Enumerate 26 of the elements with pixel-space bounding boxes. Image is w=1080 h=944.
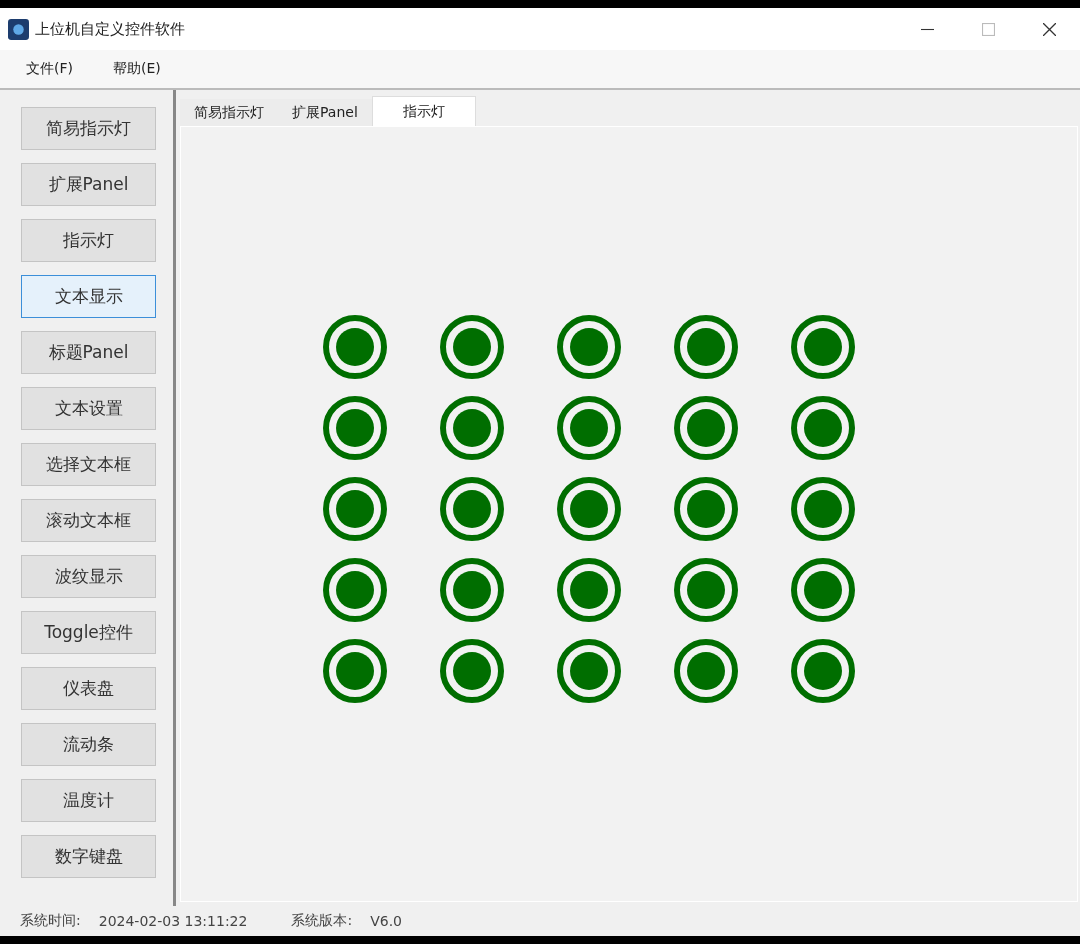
- sidebar-button[interactable]: 流动条: [21, 723, 156, 766]
- menu-item[interactable]: 文件(F): [26, 60, 73, 78]
- tab[interactable]: 扩展Panel: [278, 99, 372, 127]
- sidebar-button[interactable]: 文本设置: [21, 387, 156, 430]
- window-title: 上位机自定义控件软件: [35, 19, 185, 39]
- close-icon[interactable]: [1043, 22, 1056, 36]
- menu-item[interactable]: 帮助(E): [113, 60, 161, 78]
- status-label: 系统版本:: [291, 912, 353, 930]
- sidebar-button[interactable]: 文本显示: [21, 275, 156, 318]
- sidebar-button[interactable]: 数字键盘: [21, 835, 156, 878]
- sidebar-button[interactable]: 扩展Panel: [21, 163, 156, 206]
- sidebar-button[interactable]: 温度计: [21, 779, 156, 822]
- sidebar-button[interactable]: Toggle控件: [21, 611, 156, 654]
- sidebar-button[interactable]: 指示灯: [21, 219, 156, 262]
- sidebar-button[interactable]: 简易指示灯: [21, 107, 156, 150]
- sidebar-button[interactable]: 仪表盘: [21, 667, 156, 710]
- sidebar-button[interactable]: 滚动文本框: [21, 499, 156, 542]
- tab[interactable]: 指示灯: [371, 96, 476, 127]
- status-version: V6.0: [370, 913, 402, 929]
- app-icon: [8, 18, 29, 40]
- sidebar-button[interactable]: 波纹显示: [21, 555, 156, 598]
- tab[interactable]: 简易指示灯: [180, 99, 278, 127]
- status-label: 系统时间:: [20, 912, 81, 930]
- sidebar-button[interactable]: 选择文本框: [21, 443, 156, 486]
- status-time: 2024-02-03 13:11:22: [98, 913, 248, 929]
- sidebar-button[interactable]: 标题Panel: [21, 331, 156, 374]
